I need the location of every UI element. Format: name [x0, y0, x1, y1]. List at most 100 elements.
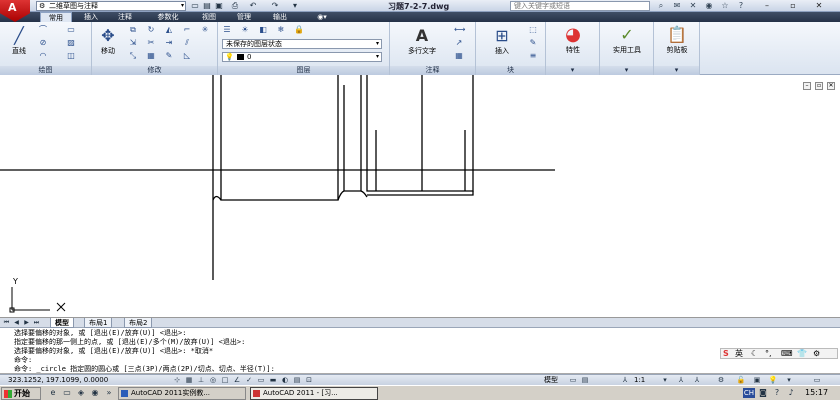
annotation-scale-value[interactable]: 1:1	[634, 376, 645, 385]
quick-view-layouts-icon[interactable]: ▭	[568, 376, 578, 385]
layer-off-icon[interactable]: ☀	[240, 25, 250, 35]
save-icon[interactable]: ▣	[214, 1, 224, 11]
ie-icon[interactable]: e	[48, 388, 58, 398]
current-layer-select[interactable]: 💡 0 ▾	[222, 52, 382, 62]
mtext-button[interactable]: A 多行文字	[400, 26, 444, 56]
ucs-dynamic-icon[interactable]: ✓	[244, 376, 254, 385]
insert-button[interactable]: ⊞ 插入	[482, 26, 522, 56]
quick-view-drawings-icon[interactable]: ▤	[580, 376, 590, 385]
undo-icon[interactable]: ↶	[248, 1, 258, 11]
user-icon[interactable]: ◉	[703, 0, 715, 12]
rotate-icon[interactable]: ↻	[146, 25, 156, 35]
exchange-icon[interactable]: ✕	[687, 0, 699, 12]
quicklaunch-icon[interactable]: ◈	[76, 388, 86, 398]
polar-tracking-icon[interactable]: ◎	[208, 376, 218, 385]
edit-block-icon[interactable]: ✎	[528, 38, 538, 48]
scale-icon[interactable]: ⤡	[128, 51, 138, 61]
stretch-icon[interactable]: ⇲	[128, 38, 138, 48]
tray-icon[interactable]: ?	[772, 388, 782, 398]
quicklaunch-icon[interactable]: ◉	[90, 388, 100, 398]
layer-properties-icon[interactable]: ☰	[222, 25, 232, 35]
extend-icon[interactable]: ⇥	[164, 38, 174, 48]
block-panel-label[interactable]: 块	[476, 66, 545, 75]
viewport-minimize-button[interactable]: –	[803, 82, 811, 90]
block-attributes-icon[interactable]: ≡	[528, 51, 538, 61]
transparency-icon[interactable]: ◐	[280, 376, 290, 385]
table-icon[interactable]: ▦	[454, 51, 464, 61]
taskbar-item-active[interactable]: AutoCAD 2011 - [习...	[250, 387, 378, 400]
trim-icon[interactable]: ✂	[146, 38, 156, 48]
tab-insert[interactable]: 插入	[76, 12, 106, 22]
annotation-scale-icon[interactable]: ⅄	[620, 376, 630, 385]
viewport-close-button[interactable]: ✕	[827, 82, 835, 90]
line-button[interactable]: ╱ 直线	[4, 26, 34, 56]
lineweight-icon[interactable]: ▬	[268, 376, 278, 385]
quicklaunch-icon[interactable]: »	[104, 388, 114, 398]
ime-toolbar[interactable]: S 英 ☾ °, ⌨ 👕 ⚙	[720, 348, 838, 359]
lock-ui-icon[interactable]: 🔓	[736, 376, 746, 385]
clipboard-button[interactable]: 📋 剪贴板	[656, 25, 698, 55]
communication-icon[interactable]: ✉	[671, 0, 683, 12]
layer-freeze-icon[interactable]: ❄	[276, 25, 286, 35]
tab-output[interactable]: 输出	[264, 12, 296, 22]
selection-cycling-icon[interactable]: ⊡	[304, 376, 314, 385]
prev-tab-icon[interactable]: ◀	[12, 318, 21, 327]
close-button[interactable]: ✕	[812, 0, 826, 11]
redo-icon[interactable]: ↷	[270, 1, 280, 11]
tab-home[interactable]: 常用	[40, 12, 72, 22]
qa-dropdown-icon[interactable]: ▾	[290, 1, 300, 11]
tab-view[interactable]: 视图	[194, 12, 224, 22]
layers-panel-label[interactable]: 图层	[218, 66, 389, 75]
maximize-button[interactable]: ▫	[786, 0, 800, 11]
search-input[interactable]: 键入关键字或短语	[510, 1, 650, 11]
grid-display-icon[interactable]: ▦	[184, 376, 194, 385]
annotation-visibility-icon[interactable]: ⅄	[676, 376, 686, 385]
status-menu-icon[interactable]: ▾	[784, 376, 794, 385]
explode-icon[interactable]: ✳	[200, 25, 210, 35]
model-space-toggle[interactable]: 模型	[544, 376, 558, 385]
command-window[interactable]: 选择要偏移的对象, 或 [退出(E)/放弃(U)] <退出>: 指定要偏移的那一…	[0, 328, 840, 374]
hatch-icon[interactable]: ▨	[66, 38, 76, 48]
tab-manage[interactable]: 管理	[228, 12, 260, 22]
utilities-button[interactable]: ✓ 实用工具	[602, 25, 652, 55]
layer-state-select[interactable]: 未保存的图层状态 ▾	[222, 39, 382, 49]
osnap-tracking-icon[interactable]: ∠	[232, 376, 242, 385]
arc-icon[interactable]: ◠	[38, 51, 48, 61]
rectangle-icon[interactable]: ▭	[66, 25, 76, 35]
quick-properties-icon[interactable]: ▤	[292, 376, 302, 385]
command-input-line[interactable]: 命令: _circle 指定圆的圆心或 [三点(3P)/两点(2P)/切点、切点…	[14, 365, 275, 373]
tab-model[interactable]: 模型	[50, 318, 74, 328]
layer-isolate-icon[interactable]: ◧	[258, 25, 268, 35]
workspace-switch-icon[interactable]: ⚙	[716, 376, 726, 385]
properties-panel-dropdown[interactable]: ▾	[546, 66, 599, 75]
dimension-icon[interactable]: ⟷	[454, 25, 465, 35]
chevron-down-icon[interactable]: ▾	[660, 376, 670, 385]
polyline-icon[interactable]: ⌒	[38, 25, 48, 35]
open-icon[interactable]: ▤	[202, 1, 212, 11]
object-snap-icon[interactable]: □	[220, 376, 230, 385]
fillet-icon[interactable]: ⌐	[182, 25, 192, 35]
ortho-mode-icon[interactable]: ⊥	[196, 376, 206, 385]
clean-screen-icon[interactable]: ▭	[812, 376, 822, 385]
clipboard-panel-dropdown[interactable]: ▾	[654, 66, 699, 75]
workspace-select[interactable]: ⚙ 二维草图与注释 ▾	[36, 1, 186, 11]
offset-icon[interactable]: ⫽	[182, 38, 192, 48]
copy-icon[interactable]: ⧉	[128, 25, 138, 35]
ribbon-toggle-icon[interactable]: ◉▾	[312, 12, 332, 22]
snap-mode-icon[interactable]: ⊹	[172, 376, 182, 385]
circle-icon[interactable]: ⊘	[38, 38, 48, 48]
print-icon[interactable]: ⎙	[230, 1, 240, 11]
next-tab-icon[interactable]: ▶	[22, 318, 31, 327]
draw-panel-label[interactable]: 绘图	[0, 66, 91, 75]
erase-icon[interactable]: ✎	[164, 51, 174, 61]
auto-scale-icon[interactable]: ⅄	[692, 376, 702, 385]
tray-icon[interactable]: ♪	[786, 388, 796, 398]
first-tab-icon[interactable]: ⏮	[2, 318, 11, 327]
last-tab-icon[interactable]: ⏭	[32, 318, 41, 327]
language-indicator[interactable]: CH	[743, 388, 755, 398]
search-icon[interactable]: ⌕	[655, 0, 667, 12]
new-icon[interactable]: ▭	[190, 1, 200, 11]
tab-layout2[interactable]: 布局2	[124, 318, 153, 328]
mirror-icon[interactable]: ◭	[164, 25, 174, 35]
tray-icon[interactable]: ◙	[758, 388, 768, 398]
